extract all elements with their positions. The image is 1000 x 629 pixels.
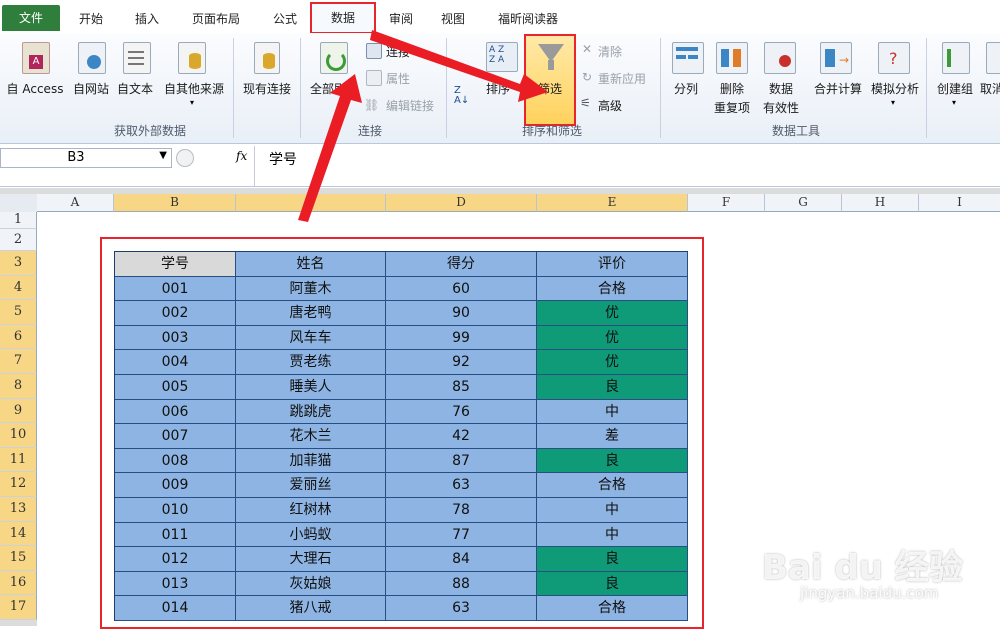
arrow-to-refresh	[298, 74, 362, 222]
arrow-to-filter	[370, 30, 548, 102]
watermark-url: jingyan.baidu.com	[800, 584, 939, 602]
annotation-arrows	[298, 30, 548, 222]
baidu-watermark: Bai du 经验	[762, 548, 963, 588]
